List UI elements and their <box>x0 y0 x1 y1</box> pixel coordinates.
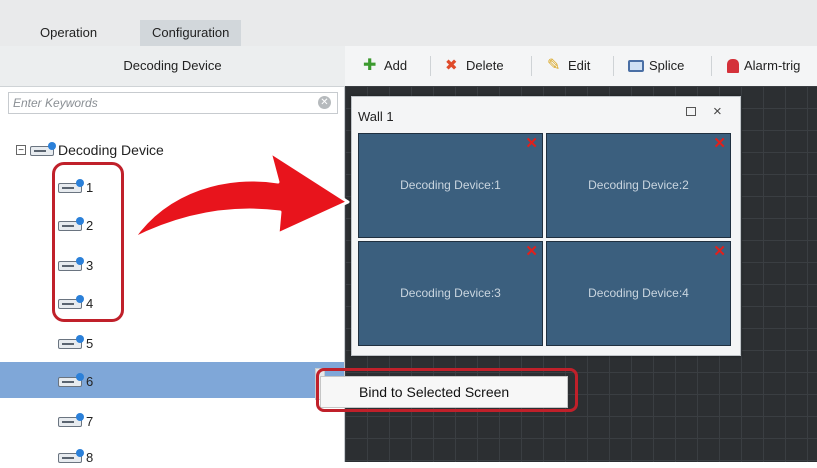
highlight-devices-1-4 <box>52 162 124 322</box>
screen-3[interactable]: ✕ Decoding Device:3 <box>358 241 543 346</box>
wall-title: Wall 1 <box>358 109 394 124</box>
remove-icon[interactable]: ✕ <box>525 136 538 151</box>
toolbar-divider <box>531 56 532 76</box>
alarm-trigger-button[interactable]: Alarm-trig <box>727 46 800 86</box>
collapse-icon[interactable]: − <box>16 145 26 156</box>
splice-icon <box>628 60 644 72</box>
wall-toolbar: Add Delete Edit Splice Alarm-trig <box>345 46 817 87</box>
tree-item-7[interactable]: 7 <box>58 410 338 432</box>
toolbar-divider <box>430 56 431 76</box>
screen-label: Decoding Device:1 <box>400 178 501 192</box>
decoding-device-icon <box>58 373 84 387</box>
decoding-device-icon <box>58 413 84 427</box>
add-label: Add <box>384 58 408 73</box>
search-box: ✕ <box>8 92 338 114</box>
remove-icon[interactable]: ✕ <box>713 244 726 259</box>
tree-item-5[interactable]: 5 <box>58 332 338 354</box>
drag-arrow-icon <box>131 150 350 241</box>
tab-bar: Operation Configuration <box>0 0 817 47</box>
screen-2[interactable]: ✕ Decoding Device:2 <box>546 133 731 238</box>
edit-button[interactable]: Edit <box>547 46 590 86</box>
tree-item-6[interactable]: 6 <box>58 370 338 392</box>
screen-1[interactable]: ✕ Decoding Device:1 <box>358 133 543 238</box>
delete-button[interactable]: Delete <box>445 46 504 86</box>
screen-label: Decoding Device:4 <box>588 286 689 300</box>
tree-item-label: 7 <box>86 413 94 429</box>
decoding-device-icon <box>58 335 84 349</box>
add-button[interactable]: Add <box>363 46 407 86</box>
wall-window[interactable]: Wall 1 × ✕ Decoding Device:1 ✕ Decoding … <box>351 96 741 356</box>
splice-label: Splice <box>649 58 685 73</box>
close-icon[interactable]: × <box>713 103 722 120</box>
delete-label: Delete <box>466 58 504 73</box>
decoding-device-icon <box>58 449 84 463</box>
clear-icon[interactable]: ✕ <box>318 96 331 109</box>
decoding-device-icon <box>30 142 56 156</box>
edit-label: Edit <box>568 58 591 73</box>
maximize-icon[interactable] <box>686 107 696 116</box>
splice-button[interactable]: Splice <box>628 46 684 86</box>
delete-icon <box>445 46 461 86</box>
add-icon <box>363 46 379 86</box>
search-input[interactable] <box>9 93 307 113</box>
screen-label: Decoding Device:3 <box>400 286 501 300</box>
tree-item-label: 6 <box>86 373 94 389</box>
screen-label: Decoding Device:2 <box>588 178 689 192</box>
tree-item-label: 8 <box>86 449 94 465</box>
toolbar-divider <box>613 56 614 76</box>
remove-icon[interactable]: ✕ <box>525 244 538 259</box>
highlight-context-menu <box>316 368 578 412</box>
panel-header: Decoding Device <box>0 46 345 87</box>
remove-icon[interactable]: ✕ <box>713 136 726 151</box>
tree-item-label: 5 <box>86 335 94 351</box>
tree-item-8[interactable]: 8 <box>58 446 338 468</box>
tab-operation[interactable]: Operation <box>28 20 109 46</box>
screen-4[interactable]: ✕ Decoding Device:4 <box>546 241 731 346</box>
tab-configuration[interactable]: Configuration <box>140 20 242 46</box>
alarm-icon <box>727 59 739 73</box>
alarm-label: Alarm-trig <box>744 58 801 73</box>
edit-icon <box>547 46 563 86</box>
toolbar-divider <box>711 56 712 76</box>
